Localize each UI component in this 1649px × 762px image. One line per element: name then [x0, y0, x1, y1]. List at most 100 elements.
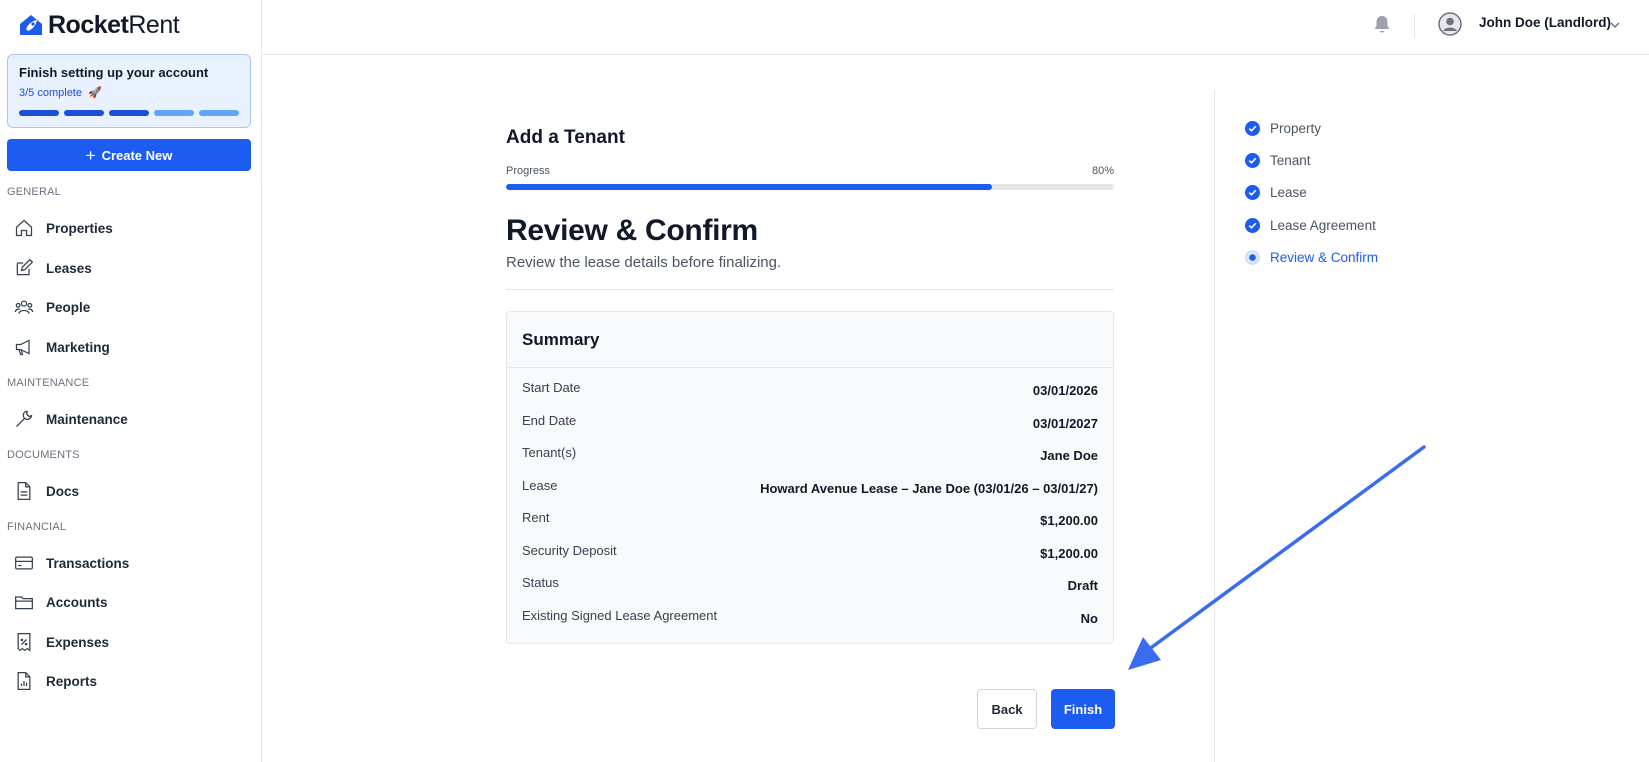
user-avatar-icon[interactable] [1438, 12, 1462, 36]
setup-progress-segment [154, 110, 194, 116]
bell-icon[interactable] [1373, 15, 1391, 35]
progress-label: Progress [506, 165, 551, 177]
step-label: Lease [1270, 184, 1307, 200]
home-icon [15, 219, 33, 237]
users-icon [14, 300, 34, 314]
summary-title: Summary [507, 312, 1113, 368]
summary-value: Jane Doe [1040, 448, 1098, 463]
summary-label: Rent [522, 510, 550, 525]
user-menu-name[interactable]: John Doe (Landlord) [1479, 15, 1611, 30]
summary-row: Tenant(s) Jane Doe [522, 445, 1098, 478]
sidebar-item-label: Leases [46, 260, 92, 276]
sidebar-item-people[interactable]: People [14, 293, 250, 321]
plus-icon: + [85, 145, 96, 165]
summary-row: Rent $1,200.00 [522, 510, 1098, 543]
step-label: Review & Confirm [1270, 249, 1379, 265]
sidebar-item-label: Reports [46, 673, 98, 689]
sidebar-item-transactions[interactable]: Transactions [14, 549, 250, 577]
summary-row: Existing Signed Lease Agreement No [522, 608, 1098, 641]
setup-progress-segment [64, 110, 104, 116]
sidebar-item-maintenance[interactable]: Maintenance [14, 405, 250, 433]
summary-value: Howard Avenue Lease – Jane Doe (03/01/26… [760, 480, 1098, 496]
header-divider [1414, 14, 1415, 38]
back-button[interactable]: Back [977, 689, 1037, 729]
brand-name: RocketRent [48, 10, 180, 39]
sidebar-item-accounts[interactable]: Accounts [14, 588, 250, 616]
step-label: Tenant [1270, 152, 1311, 168]
megaphone-icon [15, 339, 30, 356]
summary-card: Summary Start Date 03/01/2026 End Date 03/… [506, 311, 1114, 644]
sidebar-item-expenses[interactable]: Expenses [14, 628, 250, 656]
summary-row: Security Deposit $1,200.00 [522, 543, 1098, 576]
progress-bar [506, 184, 1114, 190]
step-label: Lease Agreement [1270, 217, 1376, 233]
sidebar-item-properties[interactable]: Properties [14, 214, 250, 242]
chevron-down-icon[interactable] [1609, 19, 1621, 31]
summary-row: End Date 03/01/2027 [522, 413, 1098, 446]
check-circle-icon [1245, 120, 1260, 136]
summary-label: Existing Signed Lease Agreement [522, 607, 718, 623]
summary-label: End Date [522, 412, 577, 428]
sidebar-item-label: Transactions [46, 555, 130, 571]
step-lease-agreement[interactable]: Lease Agreement [1245, 215, 1376, 235]
folder-icon [15, 596, 33, 610]
sidebar-item-leases[interactable]: Leases [14, 254, 250, 282]
summary-value: No [1080, 610, 1098, 626]
sidebar-item-docs[interactable]: Docs [14, 477, 250, 505]
check-circle-icon [1245, 184, 1260, 200]
sidebar-item-label: Maintenance [46, 411, 128, 427]
summary-row: Start Date 03/01/2026 [522, 380, 1098, 413]
summary-value: Draft [1067, 578, 1098, 593]
summary-row: Status Draft [522, 575, 1098, 608]
sidebar-item-label: Docs [46, 483, 80, 499]
current-step-icon [1245, 249, 1260, 265]
setup-progress-card[interactable]: Finish setting up your account 3/5 compl… [7, 54, 251, 128]
summary-value: 03/01/2027 [1032, 415, 1098, 431]
summary-value: 03/01/2026 [1032, 383, 1098, 398]
sidebar-item-label: Expenses [46, 634, 110, 650]
credit-card-icon [15, 556, 33, 570]
summary-label: Status [522, 575, 559, 590]
section-label-general: GENERAL [7, 186, 61, 198]
create-new-button[interactable]: + Create New [7, 139, 251, 171]
sidebar-item-label: People [46, 299, 91, 315]
finish-button[interactable]: Finish [1051, 689, 1115, 729]
sidebar-item-label: Accounts [46, 594, 108, 610]
sidebar-item-reports[interactable]: Reports [14, 667, 250, 695]
stepper-divider [1214, 90, 1215, 762]
summary-label: Lease [522, 477, 558, 493]
setup-progress-segment [199, 110, 239, 116]
step-lease[interactable]: Lease [1245, 182, 1307, 202]
summary-row: Lease Howard Avenue Lease – Jane Doe (03/… [522, 478, 1098, 511]
check-circle-icon [1245, 152, 1260, 168]
step-tenant[interactable]: Tenant [1245, 150, 1311, 170]
sidebar-item-label: Marketing [46, 339, 110, 355]
summary-value: $1,200.00 [1040, 513, 1098, 528]
section-label-documents: DOCUMENTS [7, 449, 80, 461]
setup-progress-bar [19, 110, 239, 116]
setup-title: Finish setting up your account [19, 65, 209, 80]
rocket-logo-icon [20, 15, 42, 35]
setup-progress-segment [19, 110, 59, 116]
document-icon [17, 482, 31, 500]
step-property[interactable]: Property [1245, 118, 1321, 138]
sidebar-item-marketing[interactable]: Marketing [14, 333, 250, 361]
summary-label: Tenant(s) [522, 445, 577, 460]
summary-label: Security Deposit [522, 542, 617, 558]
report-icon [17, 672, 31, 690]
setup-progress-count: 3/5 complete [19, 86, 82, 99]
step-label: Property [1270, 120, 1322, 136]
progress-percent: 80% [1091, 165, 1114, 177]
setup-progress-text: 3/5 complete 🚀 [19, 86, 239, 100]
setup-progress-segment [109, 110, 149, 116]
section-label-maintenance: MAINTENANCE [7, 377, 90, 389]
step-subtitle: Review the lease details before finalizi… [506, 254, 782, 271]
section-divider [506, 289, 1114, 290]
brand-logo[interactable]: RocketRent [18, 10, 180, 40]
check-circle-icon [1245, 217, 1260, 233]
step-review-confirm[interactable]: Review & Confirm [1245, 247, 1378, 267]
summary-list: Start Date 03/01/2026 End Date 03/01/2027 … [522, 380, 1098, 640]
wrench-icon [16, 410, 33, 427]
rocket-emoji-icon: 🚀 [87, 87, 102, 99]
summary-value: $1,200.00 [1040, 545, 1098, 561]
